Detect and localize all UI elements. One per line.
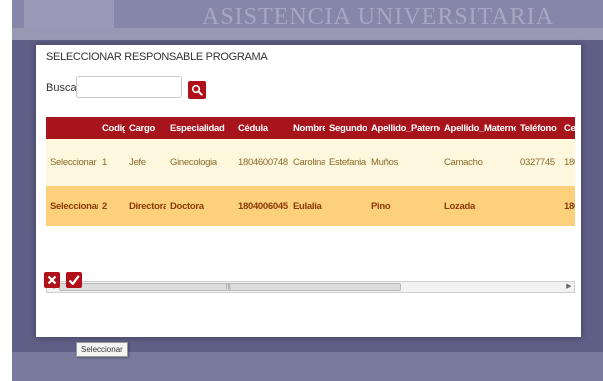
table-row[interactable]: Seleccionar 1 Jefe Ginecologia 180460074… xyxy=(46,139,575,186)
cell-celular: 1804600748 xyxy=(564,157,575,168)
select-tooltip: Seleccionar xyxy=(76,342,128,357)
scrollbar-thumb[interactable]: ||| xyxy=(59,283,401,291)
dialog-title: SELECCIONAR RESPONSABLE PROGRAMA xyxy=(46,51,268,63)
cell-telefono xyxy=(516,186,560,226)
cell-celular: 1804006045 xyxy=(564,200,575,212)
responsible-table: Codigo Cargo Especialidad Cédula Nombre … xyxy=(46,117,575,285)
column-header-segundo[interactable]: Segundo xyxy=(325,117,367,139)
cell-apellido-materno: Lozada xyxy=(444,200,475,212)
cell-codigo: 1 xyxy=(102,157,107,168)
grip-icon: ||| xyxy=(226,284,231,290)
cell-apellido-materno: Camacho xyxy=(444,157,483,168)
cell-cedula: 1804006045 xyxy=(238,200,288,212)
column-header-nombre[interactable]: Nombre xyxy=(289,117,325,139)
cell-telefono: 0327745 xyxy=(520,157,555,168)
horizontal-scrollbar[interactable]: ◀ ||| ▶ xyxy=(46,281,575,293)
cancel-button[interactable] xyxy=(44,272,60,288)
cell-cedula: 1804600748 xyxy=(238,157,288,168)
column-header-codigo[interactable]: Codigo xyxy=(98,117,125,139)
site-header: ASISTENCIA UNIVERSITARIA xyxy=(12,0,603,28)
cell-segundo xyxy=(325,186,367,226)
select-link[interactable]: Seleccionar xyxy=(46,139,98,186)
close-icon xyxy=(47,275,57,285)
cell-nombre: Carolina xyxy=(293,157,325,168)
search-button[interactable] xyxy=(188,81,206,99)
select-confirm-button[interactable] xyxy=(66,272,82,288)
column-header-celular[interactable]: Celular xyxy=(560,117,575,139)
cell-apellido-paterno: Pino xyxy=(371,200,391,212)
column-header-apellido-paterno[interactable]: Apellido_Paterno xyxy=(367,117,440,139)
site-logo xyxy=(24,0,114,28)
scroll-right-arrow-icon[interactable]: ▶ xyxy=(564,282,574,292)
column-header-select xyxy=(46,117,98,139)
cell-nombre: Eulalia xyxy=(293,200,322,212)
select-link[interactable]: Seleccionar xyxy=(46,186,98,226)
table-header: Codigo Cargo Especialidad Cédula Nombre … xyxy=(46,117,575,139)
cell-apellido-paterno: Muños xyxy=(371,157,399,168)
cell-especialidad: Doctora xyxy=(170,200,204,212)
check-icon xyxy=(68,275,80,285)
column-header-cedula[interactable]: Cédula xyxy=(234,117,289,139)
cell-segundo: Estefania xyxy=(329,157,366,168)
select-responsible-dialog: SELECCIONAR RESPONSABLE PROGRAMA Buscar:… xyxy=(36,45,581,337)
search-input[interactable] xyxy=(76,76,182,98)
column-header-telefono[interactable]: Teléfono xyxy=(516,117,560,139)
cell-cargo: Jefe xyxy=(129,157,146,168)
search-icon xyxy=(191,84,203,96)
table-row-selected[interactable]: Seleccionar 2 Directora Doctora 18040060… xyxy=(46,186,575,226)
site-menu-band xyxy=(12,28,603,40)
cell-codigo: 2 xyxy=(102,200,107,212)
column-header-especialidad[interactable]: Especialidad xyxy=(166,117,234,139)
column-header-cargo[interactable]: Cargo xyxy=(125,117,166,139)
cell-especialidad: Ginecologia xyxy=(170,157,217,168)
cell-cargo: Directora xyxy=(129,200,166,212)
site-title: ASISTENCIA UNIVERSITARIA xyxy=(202,4,555,28)
column-header-apellido-materno[interactable]: Apellido_Materno xyxy=(440,117,516,139)
